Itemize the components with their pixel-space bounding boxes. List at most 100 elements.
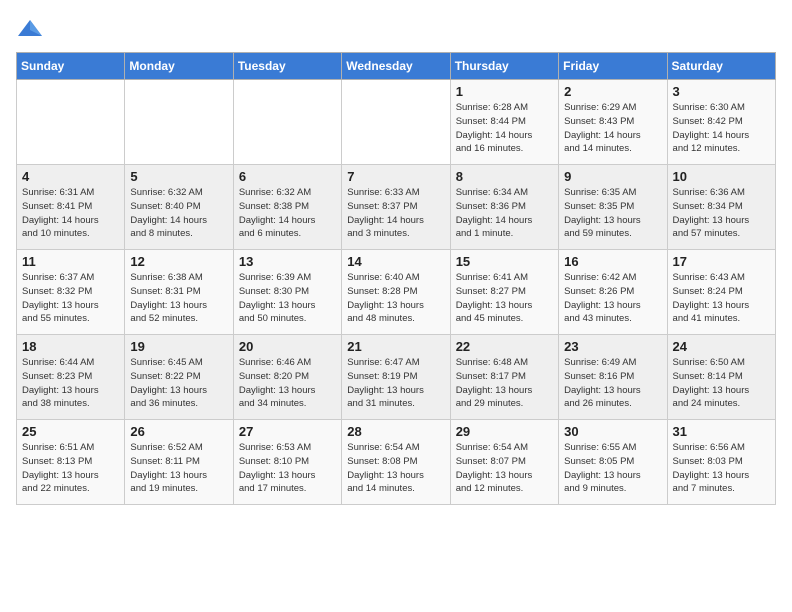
day-info: Sunrise: 6:48 AM Sunset: 8:17 PM Dayligh… — [456, 356, 553, 411]
day-info: Sunrise: 6:30 AM Sunset: 8:42 PM Dayligh… — [673, 101, 770, 156]
day-number: 3 — [673, 84, 770, 99]
logo-icon — [16, 16, 44, 44]
day-info: Sunrise: 6:40 AM Sunset: 8:28 PM Dayligh… — [347, 271, 444, 326]
day-info: Sunrise: 6:41 AM Sunset: 8:27 PM Dayligh… — [456, 271, 553, 326]
day-number: 18 — [22, 339, 119, 354]
day-cell: 12Sunrise: 6:38 AM Sunset: 8:31 PM Dayli… — [125, 250, 233, 335]
day-info: Sunrise: 6:44 AM Sunset: 8:23 PM Dayligh… — [22, 356, 119, 411]
day-info: Sunrise: 6:35 AM Sunset: 8:35 PM Dayligh… — [564, 186, 661, 241]
day-cell: 19 Sunrise: 6:45 AM Sunset: 8:22 PM Dayli… — [125, 335, 233, 420]
week-row-2: 4Sunrise: 6:31 AM Sunset: 8:41 PM Daylig… — [17, 165, 776, 250]
day-number: 24 — [673, 339, 770, 354]
week-row-4: 18 Sunrise: 6:44 AM Sunset: 8:23 PM Dayli… — [17, 335, 776, 420]
day-info: Sunrise: 6:49 AM Sunset: 8:16 PM Dayligh… — [564, 356, 661, 411]
day-cell: 14 Sunrise: 6:40 AM Sunset: 8:28 PM Dayli… — [342, 250, 450, 335]
day-cell: 10Sunrise: 6:36 AM Sunset: 8:34 PM Dayli… — [667, 165, 775, 250]
day-number: 27 — [239, 424, 336, 439]
day-info: Sunrise: 6:54 AM Sunset: 8:07 PM Dayligh… — [456, 441, 553, 496]
day-number: 28 — [347, 424, 444, 439]
day-cell — [125, 80, 233, 165]
day-info: Sunrise: 6:53 AM Sunset: 8:10 PM Dayligh… — [239, 441, 336, 496]
day-info: Sunrise: 6:52 AM Sunset: 8:11 PM Dayligh… — [130, 441, 227, 496]
day-number: 6 — [239, 169, 336, 184]
day-info: Sunrise: 6:43 AM Sunset: 8:24 PM Dayligh… — [673, 271, 770, 326]
day-number: 7 — [347, 169, 444, 184]
day-number: 9 — [564, 169, 661, 184]
day-cell: 15 Sunrise: 6:41 AM Sunset: 8:27 PM Dayli… — [450, 250, 558, 335]
day-cell: 29 Sunrise: 6:54 AM Sunset: 8:07 PM Dayli… — [450, 420, 558, 505]
day-number: 31 — [673, 424, 770, 439]
day-headers-row: SundayMondayTuesdayWednesdayThursdayFrid… — [17, 53, 776, 80]
day-cell: 4Sunrise: 6:31 AM Sunset: 8:41 PM Daylig… — [17, 165, 125, 250]
day-info: Sunrise: 6:55 AM Sunset: 8:05 PM Dayligh… — [564, 441, 661, 496]
day-cell: 9 Sunrise: 6:35 AM Sunset: 8:35 PM Daylig… — [559, 165, 667, 250]
day-number: 20 — [239, 339, 336, 354]
week-row-1: 1 Sunrise: 6:28 AM Sunset: 8:44 PM Daylig… — [17, 80, 776, 165]
day-cell: 20 Sunrise: 6:46 AM Sunset: 8:20 PM Dayli… — [233, 335, 341, 420]
day-info: Sunrise: 6:51 AM Sunset: 8:13 PM Dayligh… — [22, 441, 119, 496]
day-header-friday: Friday — [559, 53, 667, 80]
day-info: Sunrise: 6:39 AM Sunset: 8:30 PM Dayligh… — [239, 271, 336, 326]
day-info: Sunrise: 6:56 AM Sunset: 8:03 PM Dayligh… — [673, 441, 770, 496]
day-info: Sunrise: 6:54 AM Sunset: 8:08 PM Dayligh… — [347, 441, 444, 496]
day-cell: 30 Sunrise: 6:55 AM Sunset: 8:05 PM Dayli… — [559, 420, 667, 505]
day-header-saturday: Saturday — [667, 53, 775, 80]
day-number: 23 — [564, 339, 661, 354]
day-number: 1 — [456, 84, 553, 99]
day-number: 29 — [456, 424, 553, 439]
day-header-monday: Monday — [125, 53, 233, 80]
day-info: Sunrise: 6:29 AM Sunset: 8:43 PM Dayligh… — [564, 101, 661, 156]
week-row-5: 25Sunrise: 6:51 AM Sunset: 8:13 PM Dayli… — [17, 420, 776, 505]
day-number: 16 — [564, 254, 661, 269]
day-cell: 27 Sunrise: 6:53 AM Sunset: 8:10 PM Dayli… — [233, 420, 341, 505]
day-cell: 5 Sunrise: 6:32 AM Sunset: 8:40 PM Daylig… — [125, 165, 233, 250]
day-cell: 11Sunrise: 6:37 AM Sunset: 8:32 PM Dayli… — [17, 250, 125, 335]
day-number: 22 — [456, 339, 553, 354]
day-cell: 18 Sunrise: 6:44 AM Sunset: 8:23 PM Dayli… — [17, 335, 125, 420]
day-header-wednesday: Wednesday — [342, 53, 450, 80]
day-number: 13 — [239, 254, 336, 269]
day-cell: 3 Sunrise: 6:30 AM Sunset: 8:42 PM Daylig… — [667, 80, 775, 165]
day-cell: 23 Sunrise: 6:49 AM Sunset: 8:16 PM Dayli… — [559, 335, 667, 420]
day-number: 19 — [130, 339, 227, 354]
day-cell: 1 Sunrise: 6:28 AM Sunset: 8:44 PM Daylig… — [450, 80, 558, 165]
day-number: 11 — [22, 254, 119, 269]
day-info: Sunrise: 6:47 AM Sunset: 8:19 PM Dayligh… — [347, 356, 444, 411]
day-number: 30 — [564, 424, 661, 439]
day-cell: 6Sunrise: 6:32 AM Sunset: 8:38 PM Daylig… — [233, 165, 341, 250]
day-number: 26 — [130, 424, 227, 439]
day-number: 21 — [347, 339, 444, 354]
day-cell: 24Sunrise: 6:50 AM Sunset: 8:14 PM Dayli… — [667, 335, 775, 420]
day-cell — [342, 80, 450, 165]
day-cell: 26 Sunrise: 6:52 AM Sunset: 8:11 PM Dayli… — [125, 420, 233, 505]
day-cell: 13 Sunrise: 6:39 AM Sunset: 8:30 PM Dayli… — [233, 250, 341, 335]
week-row-3: 11Sunrise: 6:37 AM Sunset: 8:32 PM Dayli… — [17, 250, 776, 335]
day-cell: 16 Sunrise: 6:42 AM Sunset: 8:26 PM Dayli… — [559, 250, 667, 335]
day-cell: 2 Sunrise: 6:29 AM Sunset: 8:43 PM Daylig… — [559, 80, 667, 165]
day-info: Sunrise: 6:46 AM Sunset: 8:20 PM Dayligh… — [239, 356, 336, 411]
day-info: Sunrise: 6:33 AM Sunset: 8:37 PM Dayligh… — [347, 186, 444, 241]
day-cell: 21 Sunrise: 6:47 AM Sunset: 8:19 PM Dayli… — [342, 335, 450, 420]
day-header-thursday: Thursday — [450, 53, 558, 80]
day-info: Sunrise: 6:42 AM Sunset: 8:26 PM Dayligh… — [564, 271, 661, 326]
day-info: Sunrise: 6:34 AM Sunset: 8:36 PM Dayligh… — [456, 186, 553, 241]
day-header-sunday: Sunday — [17, 53, 125, 80]
day-number: 10 — [673, 169, 770, 184]
day-cell: 17 Sunrise: 6:43 AM Sunset: 8:24 PM Dayli… — [667, 250, 775, 335]
logo — [16, 16, 48, 44]
day-info: Sunrise: 6:28 AM Sunset: 8:44 PM Dayligh… — [456, 101, 553, 156]
day-cell: 22 Sunrise: 6:48 AM Sunset: 8:17 PM Dayli… — [450, 335, 558, 420]
day-info: Sunrise: 6:45 AM Sunset: 8:22 PM Dayligh… — [130, 356, 227, 411]
day-number: 17 — [673, 254, 770, 269]
day-number: 2 — [564, 84, 661, 99]
calendar-table: SundayMondayTuesdayWednesdayThursdayFrid… — [16, 52, 776, 505]
day-cell — [233, 80, 341, 165]
day-cell: 7 Sunrise: 6:33 AM Sunset: 8:37 PM Daylig… — [342, 165, 450, 250]
day-header-tuesday: Tuesday — [233, 53, 341, 80]
day-number: 5 — [130, 169, 227, 184]
day-info: Sunrise: 6:31 AM Sunset: 8:41 PM Dayligh… — [22, 186, 119, 241]
day-cell: 25Sunrise: 6:51 AM Sunset: 8:13 PM Dayli… — [17, 420, 125, 505]
day-number: 15 — [456, 254, 553, 269]
day-info: Sunrise: 6:32 AM Sunset: 8:40 PM Dayligh… — [130, 186, 227, 241]
day-number: 14 — [347, 254, 444, 269]
